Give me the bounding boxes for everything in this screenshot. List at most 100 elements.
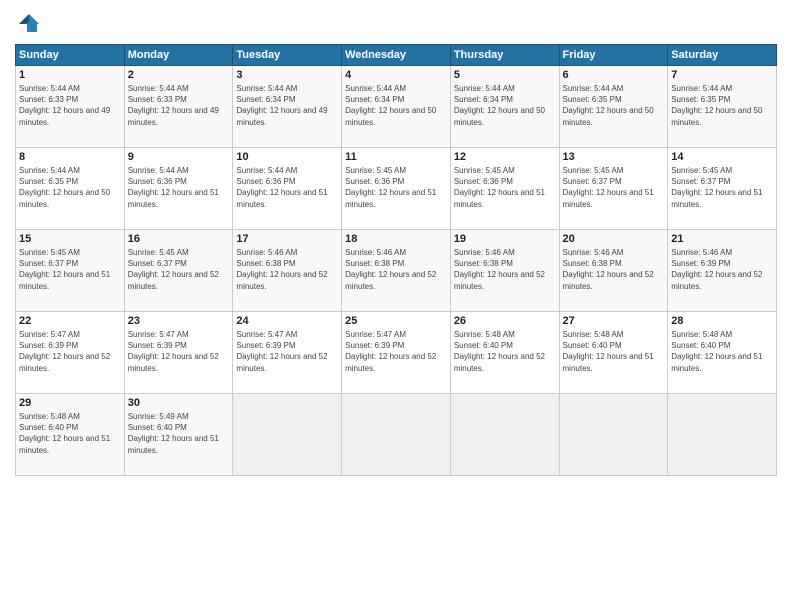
day-number: 28 <box>671 315 773 327</box>
day-number: 9 <box>128 151 230 163</box>
calendar-cell: 6 Sunrise: 5:44 AMSunset: 6:35 PMDaylight… <box>559 66 668 148</box>
day-info: Sunrise: 5:46 AMSunset: 6:38 PMDaylight:… <box>345 247 447 292</box>
day-info: Sunrise: 5:45 AMSunset: 6:37 PMDaylight:… <box>128 247 230 292</box>
day-number: 24 <box>236 315 338 327</box>
logo <box>15 10 47 38</box>
week-row-4: 22Sunrise: 5:47 AMSunset: 6:39 PMDayligh… <box>16 312 777 394</box>
calendar-cell: 30 Sunrise: 5:49 AMSunset: 6:40 PMDayligh… <box>124 394 233 476</box>
calendar-cell: 4Sunrise: 5:44 AMSunset: 6:34 PMDaylight… <box>342 66 451 148</box>
weekday-header-thursday: Thursday <box>450 45 559 66</box>
day-number: 3 <box>236 69 338 81</box>
day-number: 12 <box>454 151 556 163</box>
calendar-cell: 14Sunrise: 5:45 AMSunset: 6:37 PMDayligh… <box>668 148 777 230</box>
day-info: Sunrise: 5:45 AMSunset: 6:37 PMDaylight:… <box>563 165 665 210</box>
logo-icon <box>15 10 43 38</box>
day-number: 19 <box>454 233 556 245</box>
calendar-cell: 17 Sunrise: 5:46 AMSunset: 6:38 PMDayligh… <box>233 230 342 312</box>
calendar-cell <box>559 394 668 476</box>
day-info: Sunrise: 5:49 AMSunset: 6:40 PMDaylight:… <box>128 411 230 456</box>
day-number: 5 <box>454 69 556 81</box>
day-number: 15 <box>19 233 121 245</box>
calendar-cell: 19 Sunrise: 5:46 AMSunset: 6:38 PMDayligh… <box>450 230 559 312</box>
weekday-header-row: SundayMondayTuesdayWednesdayThursdayFrid… <box>16 45 777 66</box>
day-info: Sunrise: 5:44 AMSunset: 6:34 PMDaylight:… <box>345 83 447 128</box>
day-number: 6 <box>563 69 665 81</box>
day-number: 23 <box>128 315 230 327</box>
day-info: Sunrise: 5:46 AMSunset: 6:39 PMDaylight:… <box>671 247 773 292</box>
day-info: Sunrise: 5:48 AMSunset: 6:40 PMDaylight:… <box>563 329 665 374</box>
weekday-header-saturday: Saturday <box>668 45 777 66</box>
calendar-cell: 3 Sunrise: 5:44 AMSunset: 6:34 PMDaylight… <box>233 66 342 148</box>
day-number: 25 <box>345 315 447 327</box>
calendar-cell: 15Sunrise: 5:45 AMSunset: 6:37 PMDayligh… <box>16 230 125 312</box>
day-info: Sunrise: 5:44 AMSunset: 6:33 PMDaylight:… <box>128 83 230 128</box>
weekday-header-friday: Friday <box>559 45 668 66</box>
week-row-5: 29 Sunrise: 5:48 AMSunset: 6:40 PMDayligh… <box>16 394 777 476</box>
day-number: 10 <box>236 151 338 163</box>
calendar-cell: 26 Sunrise: 5:48 AMSunset: 6:40 PMDayligh… <box>450 312 559 394</box>
day-number: 30 <box>128 397 230 409</box>
day-info: Sunrise: 5:44 AMSunset: 6:35 PMDaylight:… <box>563 83 665 128</box>
day-info: Sunrise: 5:44 AMSunset: 6:33 PMDaylight:… <box>19 83 121 128</box>
calendar-cell: 24 Sunrise: 5:47 AMSunset: 6:39 PMDayligh… <box>233 312 342 394</box>
calendar-cell: 28 Sunrise: 5:48 AMSunset: 6:40 PMDayligh… <box>668 312 777 394</box>
weekday-header-wednesday: Wednesday <box>342 45 451 66</box>
day-number: 20 <box>563 233 665 245</box>
calendar-page: SundayMondayTuesdayWednesdayThursdayFrid… <box>0 0 792 612</box>
calendar-cell: 25 Sunrise: 5:47 AMSunset: 6:39 PMDayligh… <box>342 312 451 394</box>
day-info: Sunrise: 5:46 AMSunset: 6:38 PMDaylight:… <box>454 247 556 292</box>
day-info: Sunrise: 5:45 AMSunset: 6:37 PMDaylight:… <box>671 165 773 210</box>
day-number: 11 <box>345 151 447 163</box>
day-info: Sunrise: 5:44 AMSunset: 6:36 PMDaylight:… <box>128 165 230 210</box>
day-number: 18 <box>345 233 447 245</box>
week-row-1: 1 Sunrise: 5:44 AMSunset: 6:33 PMDaylight… <box>16 66 777 148</box>
weekday-header-sunday: Sunday <box>16 45 125 66</box>
day-info: Sunrise: 5:44 AMSunset: 6:34 PMDaylight:… <box>454 83 556 128</box>
day-info: Sunrise: 5:47 AMSunset: 6:39 PMDaylight:… <box>236 329 338 374</box>
day-info: Sunrise: 5:44 AMSunset: 6:36 PMDaylight:… <box>236 165 338 210</box>
day-number: 27 <box>563 315 665 327</box>
calendar-cell: 5 Sunrise: 5:44 AMSunset: 6:34 PMDaylight… <box>450 66 559 148</box>
calendar-cell: 8 Sunrise: 5:44 AMSunset: 6:35 PMDaylight… <box>16 148 125 230</box>
calendar-cell: 11 Sunrise: 5:45 AMSunset: 6:36 PMDayligh… <box>342 148 451 230</box>
day-number: 2 <box>128 69 230 81</box>
calendar-cell: 7Sunrise: 5:44 AMSunset: 6:35 PMDaylight… <box>668 66 777 148</box>
weekday-header-monday: Monday <box>124 45 233 66</box>
calendar-cell: 2 Sunrise: 5:44 AMSunset: 6:33 PMDaylight… <box>124 66 233 148</box>
day-number: 29 <box>19 397 121 409</box>
day-number: 8 <box>19 151 121 163</box>
day-info: Sunrise: 5:48 AMSunset: 6:40 PMDaylight:… <box>454 329 556 374</box>
calendar-cell: 20 Sunrise: 5:46 AMSunset: 6:38 PMDayligh… <box>559 230 668 312</box>
day-info: Sunrise: 5:47 AMSunset: 6:39 PMDaylight:… <box>128 329 230 374</box>
day-info: Sunrise: 5:46 AMSunset: 6:38 PMDaylight:… <box>563 247 665 292</box>
calendar-table: SundayMondayTuesdayWednesdayThursdayFrid… <box>15 44 777 476</box>
week-row-2: 8 Sunrise: 5:44 AMSunset: 6:35 PMDaylight… <box>16 148 777 230</box>
day-number: 13 <box>563 151 665 163</box>
day-number: 17 <box>236 233 338 245</box>
calendar-cell: 27 Sunrise: 5:48 AMSunset: 6:40 PMDayligh… <box>559 312 668 394</box>
calendar-cell <box>450 394 559 476</box>
calendar-cell: 18 Sunrise: 5:46 AMSunset: 6:38 PMDayligh… <box>342 230 451 312</box>
calendar-cell: 21 Sunrise: 5:46 AMSunset: 6:39 PMDayligh… <box>668 230 777 312</box>
day-info: Sunrise: 5:44 AMSunset: 6:35 PMDaylight:… <box>19 165 121 210</box>
calendar-cell: 16Sunrise: 5:45 AMSunset: 6:37 PMDayligh… <box>124 230 233 312</box>
day-info: Sunrise: 5:46 AMSunset: 6:38 PMDaylight:… <box>236 247 338 292</box>
calendar-cell: 23 Sunrise: 5:47 AMSunset: 6:39 PMDayligh… <box>124 312 233 394</box>
day-info: Sunrise: 5:45 AMSunset: 6:36 PMDaylight:… <box>454 165 556 210</box>
calendar-cell: 12 Sunrise: 5:45 AMSunset: 6:36 PMDayligh… <box>450 148 559 230</box>
calendar-cell: 10 Sunrise: 5:44 AMSunset: 6:36 PMDayligh… <box>233 148 342 230</box>
day-number: 21 <box>671 233 773 245</box>
day-number: 26 <box>454 315 556 327</box>
day-number: 1 <box>19 69 121 81</box>
day-info: Sunrise: 5:44 AMSunset: 6:35 PMDaylight:… <box>671 83 773 128</box>
day-info: Sunrise: 5:45 AMSunset: 6:36 PMDaylight:… <box>345 165 447 210</box>
day-info: Sunrise: 5:47 AMSunset: 6:39 PMDaylight:… <box>345 329 447 374</box>
header <box>15 10 777 38</box>
day-info: Sunrise: 5:48 AMSunset: 6:40 PMDaylight:… <box>671 329 773 374</box>
calendar-cell: 22Sunrise: 5:47 AMSunset: 6:39 PMDayligh… <box>16 312 125 394</box>
calendar-cell: 29 Sunrise: 5:48 AMSunset: 6:40 PMDayligh… <box>16 394 125 476</box>
day-info: Sunrise: 5:48 AMSunset: 6:40 PMDaylight:… <box>19 411 121 456</box>
calendar-cell: 1 Sunrise: 5:44 AMSunset: 6:33 PMDaylight… <box>16 66 125 148</box>
day-info: Sunrise: 5:44 AMSunset: 6:34 PMDaylight:… <box>236 83 338 128</box>
weekday-header-tuesday: Tuesday <box>233 45 342 66</box>
